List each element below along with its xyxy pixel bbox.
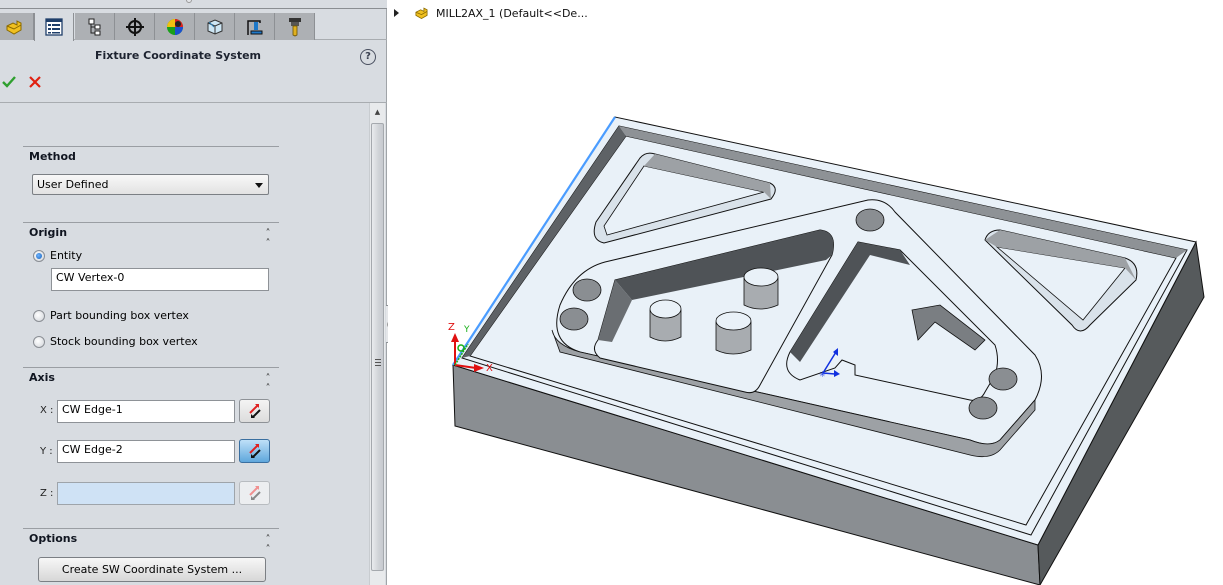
- collapse-origin-icon[interactable]: ˄ ˄: [262, 229, 274, 249]
- ok-checkmark-icon[interactable]: [2, 75, 16, 89]
- z-axis-field[interactable]: [57, 482, 235, 505]
- pin: [649, 299, 682, 342]
- pin: [715, 311, 752, 355]
- reverse-x-direction-button[interactable]: [239, 399, 270, 423]
- scroll-grip-icon: [375, 359, 381, 366]
- reverse-direction-icon: [248, 486, 261, 500]
- method-dropdown[interactable]: User Defined: [32, 174, 269, 195]
- origin-stock-bbox-radio[interactable]: Stock bounding box vertex: [33, 335, 198, 348]
- dropdown-arrow-icon: [255, 183, 263, 188]
- collapse-axis-icon[interactable]: ˄ ˄: [262, 374, 274, 394]
- tab-feature-manager[interactable]: [0, 13, 34, 40]
- stock-box-icon: [207, 18, 222, 35]
- target-icon: [125, 17, 144, 36]
- tab-display-manager[interactable]: [155, 13, 195, 40]
- svg-text:✳: ✳: [819, 370, 826, 379]
- part-model[interactable]: ✳ Z X Y: [388, 0, 1223, 585]
- machine-icon: [246, 19, 262, 35]
- options-group-title: Options: [29, 532, 78, 545]
- manager-tabs: [0, 13, 387, 41]
- tab-dimxpert[interactable]: [115, 13, 155, 40]
- method-selected-value: User Defined: [37, 178, 109, 191]
- origin-part-bbox-radio[interactable]: Part bounding box vertex: [33, 309, 189, 322]
- vertical-scrollbar[interactable]: ▲: [369, 103, 385, 585]
- y-axis-field[interactable]: CW Edge-2: [57, 440, 235, 463]
- property-manager-panel: Fixture Coordinate System ? Method User …: [0, 0, 387, 585]
- tab-cam-operation[interactable]: [235, 13, 275, 40]
- collapse-options-icon[interactable]: ˄ ˄: [262, 535, 274, 555]
- axis-group-title: Axis: [29, 371, 55, 384]
- property-manager-title: Fixture Coordinate System: [94, 49, 262, 62]
- x-axis-label: X :: [40, 405, 54, 416]
- hole: [855, 208, 885, 232]
- y-axis-label: Y :: [40, 446, 53, 457]
- pin: [743, 267, 779, 310]
- group-divider: [23, 528, 279, 529]
- part-icon: [6, 19, 21, 35]
- method-group-title: Method: [29, 150, 76, 163]
- panel-splitter[interactable]: [0, 0, 387, 9]
- reverse-z-direction-button[interactable]: [239, 481, 270, 505]
- x-axis-text: X: [486, 363, 493, 374]
- hole: [572, 278, 602, 302]
- hole: [968, 396, 998, 420]
- graphics-area[interactable]: MILL2AX_1 (Default<<De... ✳ Z X Y: [388, 0, 1223, 585]
- reverse-y-direction-button[interactable]: [239, 439, 270, 463]
- radio-button[interactable]: [33, 309, 45, 322]
- radio-label: Entity: [50, 249, 83, 262]
- group-divider: [23, 146, 279, 147]
- origin-group-title: Origin: [29, 226, 68, 239]
- create-coordinate-system-button[interactable]: Create SW Coordinate System ...: [38, 557, 266, 582]
- tab-configuration-manager[interactable]: [75, 13, 115, 40]
- group-divider: [23, 367, 279, 368]
- origin-entity-radio[interactable]: Entity: [33, 249, 82, 262]
- hole: [559, 307, 589, 331]
- z-axis-text: Z: [448, 322, 455, 333]
- reverse-direction-icon: [248, 404, 261, 418]
- group-divider: [23, 222, 279, 223]
- configuration-tree-icon: [88, 18, 100, 35]
- radio-button[interactable]: [33, 335, 45, 348]
- scroll-up-arrow-icon[interactable]: ▲: [370, 105, 385, 119]
- radio-label: Stock bounding box vertex: [50, 335, 198, 348]
- tab-property-manager[interactable]: [34, 13, 74, 41]
- property-manager-icon: [45, 18, 63, 36]
- app-window: Fixture Coordinate System ? Method User …: [0, 0, 1223, 585]
- help-button[interactable]: ?: [360, 49, 376, 65]
- z-axis-label: Z :: [40, 488, 54, 499]
- tab-cam-stock[interactable]: [195, 13, 235, 40]
- radio-label: Part bounding box vertex: [50, 309, 189, 322]
- scroll-thumb[interactable]: [371, 123, 384, 571]
- origin-entity-field[interactable]: CW Vertex-0: [51, 268, 269, 291]
- tool-icon: [288, 17, 301, 36]
- tab-cam-tool[interactable]: [275, 13, 315, 40]
- divider: [0, 102, 387, 103]
- x-axis-field[interactable]: CW Edge-1: [57, 400, 235, 423]
- hole: [988, 367, 1018, 391]
- appearance-icon: [166, 18, 183, 35]
- cancel-x-icon[interactable]: [29, 76, 41, 88]
- reverse-direction-icon: [248, 444, 261, 458]
- y-axis-text: Y: [463, 325, 470, 335]
- radio-button-checked[interactable]: [33, 249, 45, 262]
